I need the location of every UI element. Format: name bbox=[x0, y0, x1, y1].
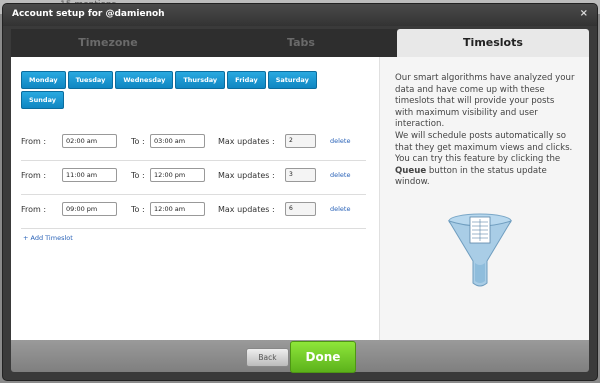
delete-link[interactable]: delete bbox=[330, 205, 350, 213]
from-time-input[interactable]: 11:00 am bbox=[62, 168, 117, 182]
timeslot-description: Our smart algorithms have analyzed your … bbox=[395, 73, 575, 189]
from-label: From : bbox=[21, 171, 47, 180]
from-time-input[interactable]: 09:00 pm bbox=[62, 202, 117, 216]
tab-content: Monday Tuesday Wednesday Thursday Friday… bbox=[11, 57, 589, 340]
day-button-sunday[interactable]: Sunday bbox=[21, 91, 65, 109]
from-time-input[interactable]: 02:00 am bbox=[62, 134, 117, 148]
max-updates-select[interactable]: 2 bbox=[285, 134, 316, 148]
to-label: To : bbox=[131, 205, 145, 214]
day-button-wednesday[interactable]: Wednesday bbox=[115, 71, 174, 89]
to-time-input[interactable]: 12:00 pm bbox=[150, 168, 205, 182]
description-paragraph-1: Our smart algorithms have analyzed your … bbox=[395, 73, 575, 130]
modal-title: Account setup for @damienoh bbox=[12, 9, 165, 19]
done-button[interactable]: Done bbox=[290, 341, 356, 373]
from-label: From : bbox=[21, 137, 47, 146]
day-selector: Monday Tuesday Wednesday Thursday Friday… bbox=[21, 71, 351, 111]
back-button[interactable]: Back bbox=[246, 348, 289, 367]
from-label: From : bbox=[21, 205, 47, 214]
max-updates-label: Max updates : bbox=[218, 137, 275, 146]
day-button-monday[interactable]: Monday bbox=[21, 71, 66, 89]
delete-link[interactable]: delete bbox=[330, 171, 350, 179]
funnel-illustration-icon bbox=[447, 213, 513, 287]
queue-button-name: Queue bbox=[395, 165, 427, 176]
account-setup-modal: Account setup for @damienoh × Timezone T… bbox=[3, 4, 597, 380]
max-updates-select[interactable]: 6 bbox=[285, 202, 316, 216]
add-timeslot-link[interactable]: + Add Timeslot bbox=[23, 234, 73, 242]
to-label: To : bbox=[131, 137, 145, 146]
tab-bar: Timezone Tabs Timeslots bbox=[11, 29, 589, 57]
to-time-input[interactable]: 12:00 am bbox=[150, 202, 205, 216]
day-button-friday[interactable]: Friday bbox=[227, 71, 266, 89]
timeslot-row-1: From : 02:00 am To : 03:00 am Max update… bbox=[21, 130, 366, 161]
timeslot-row-2: From : 11:00 am To : 12:00 pm Max update… bbox=[21, 164, 366, 195]
timeslot-panel: Monday Tuesday Wednesday Thursday Friday… bbox=[11, 57, 379, 340]
max-updates-select[interactable]: 3 bbox=[285, 168, 316, 182]
close-icon[interactable]: × bbox=[580, 8, 588, 19]
modal-titlebar: Account setup for @damienoh × bbox=[3, 4, 597, 26]
tab-timeslots[interactable]: Timeslots bbox=[397, 29, 589, 57]
max-updates-label: Max updates : bbox=[218, 205, 275, 214]
to-label: To : bbox=[131, 171, 145, 180]
day-button-saturday[interactable]: Saturday bbox=[267, 71, 317, 89]
tab-tabs[interactable]: Tabs bbox=[205, 29, 397, 57]
info-panel: Our smart algorithms have analyzed your … bbox=[379, 57, 589, 340]
modal-footer: Back Done bbox=[11, 340, 589, 373]
day-button-thursday[interactable]: Thursday bbox=[175, 71, 226, 89]
day-button-tuesday[interactable]: Tuesday bbox=[67, 71, 114, 89]
max-updates-label: Max updates : bbox=[218, 171, 275, 180]
description-paragraph-2: We will schedule posts automatically so … bbox=[395, 130, 573, 165]
timeslot-row-3: From : 09:00 pm To : 12:00 am Max update… bbox=[21, 198, 366, 229]
delete-link[interactable]: delete bbox=[330, 137, 350, 145]
tab-timezone[interactable]: Timezone bbox=[11, 29, 205, 57]
to-time-input[interactable]: 03:00 am bbox=[150, 134, 205, 148]
